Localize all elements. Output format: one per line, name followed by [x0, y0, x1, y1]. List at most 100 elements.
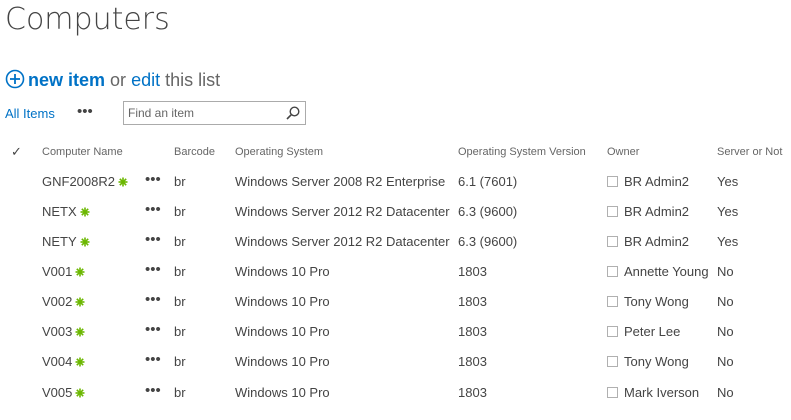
item-more-button[interactable]: ••• — [145, 321, 161, 338]
select-all-checkmark-icon[interactable]: ✓ — [11, 144, 22, 160]
new-item-icon — [80, 235, 90, 250]
table-row[interactable]: GNF2008R2 ••• br Windows Server 2008 R2 Ent… — [0, 171, 791, 204]
computer-name-link[interactable]: V001 — [42, 264, 72, 279]
table-row[interactable]: V004 ••• br Windows 10 Pro 1803 Tony Wong No — [0, 351, 791, 384]
owner-link[interactable]: BR Admin2 — [624, 204, 689, 219]
owner-cell: BR Admin2 — [607, 174, 689, 189]
barcode-cell: br — [174, 204, 186, 219]
item-more-button[interactable]: ••• — [145, 201, 161, 218]
owner-link[interactable]: BR Admin2 — [624, 174, 689, 189]
computer-name-cell: V005 — [42, 385, 85, 401]
presence-icon — [607, 387, 618, 398]
operating-system-cell: Windows 10 Pro — [235, 354, 330, 369]
os-version-cell: 1803 — [458, 294, 487, 309]
new-item-link[interactable]: new item — [28, 70, 105, 90]
owner-cell: Mark Iverson — [607, 385, 699, 400]
presence-icon — [607, 356, 618, 367]
view-all-items[interactable]: All Items — [5, 106, 55, 121]
computer-name-link[interactable]: GNF2008R2 — [42, 174, 115, 189]
table-row[interactable]: V005 ••• br Windows 10 Pro 1803 Mark Iverson N… — [0, 382, 791, 415]
computer-name-cell: NETX — [42, 204, 90, 220]
column-header-barcode[interactable]: Barcode — [174, 146, 215, 158]
presence-icon — [607, 176, 618, 187]
new-item-icon — [75, 355, 85, 370]
owner-link[interactable]: BR Admin2 — [624, 234, 689, 249]
table-row[interactable]: V002 ••• br Windows 10 Pro 1803 Tony Wong No — [0, 291, 791, 324]
presence-icon — [607, 326, 618, 337]
item-more-button[interactable]: ••• — [145, 231, 161, 248]
server-or-not-cell: No — [717, 354, 734, 369]
owner-cell: Tony Wong — [607, 354, 689, 369]
item-more-button[interactable]: ••• — [145, 351, 161, 368]
owner-link[interactable]: Mark Iverson — [624, 385, 699, 400]
operating-system-cell: Windows Server 2012 R2 Datacenter — [235, 234, 450, 249]
column-header-os-version[interactable]: Operating System Version — [458, 146, 586, 158]
item-more-button[interactable]: ••• — [145, 382, 161, 399]
os-version-cell: 1803 — [458, 324, 487, 339]
add-circle-icon[interactable] — [5, 69, 25, 94]
search-icon[interactable] — [286, 106, 300, 125]
server-or-not-cell: No — [717, 324, 734, 339]
table-row[interactable]: NETY ••• br Windows Server 2012 R2 Datacent… — [0, 231, 791, 264]
new-item-bar: new item or edit this list — [5, 69, 220, 94]
computer-name-link[interactable]: NETY — [42, 234, 77, 249]
search-box[interactable] — [123, 101, 306, 125]
item-more-button[interactable]: ••• — [145, 171, 161, 188]
computer-name-cell: V003 — [42, 324, 85, 340]
column-header-computer-name[interactable]: Computer Name — [42, 146, 123, 158]
new-item-icon — [75, 325, 85, 340]
new-item-icon — [80, 205, 90, 220]
barcode-cell: br — [174, 385, 186, 400]
os-version-cell: 1803 — [458, 385, 487, 400]
owner-link[interactable]: Peter Lee — [624, 324, 680, 339]
computer-name-link[interactable]: V005 — [42, 385, 72, 400]
presence-icon — [607, 236, 618, 247]
item-more-button[interactable]: ••• — [145, 261, 161, 278]
computer-name-cell: V004 — [42, 354, 85, 370]
computer-name-cell: GNF2008R2 — [42, 174, 128, 190]
operating-system-cell: Windows 10 Pro — [235, 294, 330, 309]
table-row[interactable]: V003 ••• br Windows 10 Pro 1803 Peter Lee No — [0, 321, 791, 354]
new-item-icon — [75, 265, 85, 280]
owner-cell: BR Admin2 — [607, 204, 689, 219]
server-or-not-cell: No — [717, 264, 734, 279]
computer-name-link[interactable]: V002 — [42, 294, 72, 309]
barcode-cell: br — [174, 234, 186, 249]
owner-link[interactable]: Annette Young — [624, 264, 709, 279]
barcode-cell: br — [174, 354, 186, 369]
computer-name-cell: V002 — [42, 294, 85, 310]
column-header-operating-system[interactable]: Operating System — [235, 146, 323, 158]
new-item-icon — [75, 386, 85, 401]
search-input[interactable] — [128, 104, 278, 122]
computer-name-link[interactable]: NETX — [42, 204, 77, 219]
operating-system-cell: Windows 10 Pro — [235, 385, 330, 400]
presence-icon — [607, 266, 618, 277]
server-or-not-cell: Yes — [717, 234, 739, 249]
owner-cell: BR Admin2 — [607, 234, 689, 249]
this-list-text: this list — [165, 70, 221, 90]
owner-cell: Annette Young — [607, 264, 709, 279]
column-header-owner[interactable]: Owner — [607, 146, 639, 158]
edit-list-link[interactable]: edit — [131, 70, 160, 90]
computer-name-link[interactable]: V004 — [42, 354, 72, 369]
owner-link[interactable]: Tony Wong — [624, 354, 689, 369]
item-more-button[interactable]: ••• — [145, 291, 161, 308]
owner-link[interactable]: Tony Wong — [624, 294, 689, 309]
os-version-cell: 6.1 (7601) — [458, 174, 518, 189]
owner-cell: Tony Wong — [607, 294, 689, 309]
computer-name-cell: V001 — [42, 264, 85, 280]
column-header-server-or-not[interactable]: Server or Not — [717, 146, 782, 158]
new-item-icon — [75, 295, 85, 310]
table-row[interactable]: NETX ••• br Windows Server 2012 R2 Datacent… — [0, 201, 791, 234]
barcode-cell: br — [174, 264, 186, 279]
server-or-not-cell: Yes — [717, 204, 739, 219]
owner-cell: Peter Lee — [607, 324, 680, 339]
computer-name-link[interactable]: V003 — [42, 324, 72, 339]
table-row[interactable]: V001 ••• br Windows 10 Pro 1803 Annette Young… — [0, 261, 791, 294]
barcode-cell: br — [174, 174, 186, 189]
presence-icon — [607, 296, 618, 307]
os-version-cell: 6.3 (9600) — [458, 204, 518, 219]
view-more-button[interactable]: ••• — [77, 103, 93, 120]
computer-name-cell: NETY — [42, 234, 90, 250]
or-text: or — [110, 70, 127, 90]
